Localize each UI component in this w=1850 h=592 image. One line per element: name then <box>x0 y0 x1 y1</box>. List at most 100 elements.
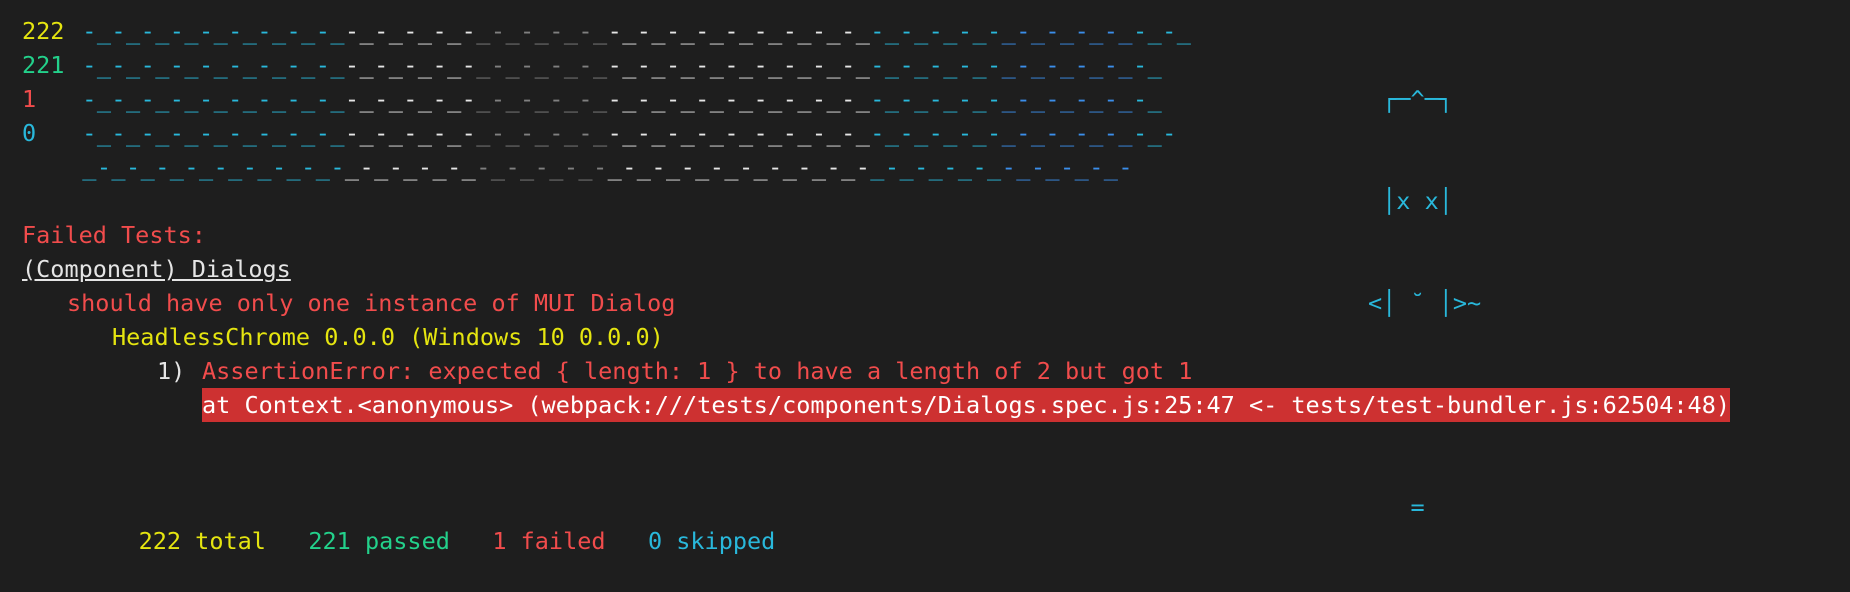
trail-char: - <box>111 51 126 79</box>
trail-char: _ <box>359 119 374 147</box>
trail-char: - <box>344 85 360 113</box>
trail-char: - <box>811 85 827 113</box>
trail-char: - <box>286 51 301 79</box>
trail-char: _ <box>797 17 812 45</box>
trail-char: - <box>490 51 505 79</box>
trail-char: - <box>228 51 243 79</box>
trail-char: - <box>884 153 900 181</box>
trail-char: - <box>315 51 330 79</box>
counter-skipped: 0 <box>22 119 37 147</box>
trail-char: - <box>753 17 768 45</box>
trail-char: _ <box>96 51 111 79</box>
trail-char: _ <box>490 153 505 181</box>
trail-char: - <box>403 119 418 147</box>
trail-char: _ <box>417 119 433 147</box>
trail-char: _ <box>709 17 724 45</box>
trail-char: _ <box>1045 153 1060 181</box>
trail-char: _ <box>301 85 316 113</box>
trail-char: _ <box>242 51 257 79</box>
trail-char: _ <box>1147 85 1162 113</box>
trail-char: - <box>1132 85 1148 113</box>
trail-char: _ <box>768 17 783 45</box>
trail-char: _ <box>403 153 418 181</box>
trail-char: _ <box>388 51 403 79</box>
trail-char: _ <box>447 119 462 147</box>
trail-char: - <box>738 153 754 181</box>
trail-char: _ <box>680 17 695 45</box>
trail-char: - <box>753 119 768 147</box>
trail-char: _ <box>198 153 214 181</box>
trail-char: _ <box>724 153 739 181</box>
trail-char: - <box>1016 17 1031 45</box>
trail-char: _ <box>155 51 170 79</box>
trail-char: - <box>374 119 389 147</box>
terminal-output: 222 221 1 0 -_-_-_-_-_-_-_-_-_-_-_-_-_-_… <box>0 0 1850 566</box>
trail-char: _ <box>1089 85 1104 113</box>
trail-char: - <box>636 85 651 113</box>
trail-char: _ <box>884 17 900 45</box>
trail-char: _ <box>957 153 972 181</box>
trail-char: _ <box>271 51 287 79</box>
trail-char: - <box>870 85 885 113</box>
trail-char: - <box>388 153 403 181</box>
trail-char: _ <box>651 85 666 113</box>
test-name: should have only one instance of MUI Dia… <box>67 289 676 317</box>
trail-char: - <box>490 17 505 45</box>
trail-char: _ <box>1118 85 1133 113</box>
trail-char: _ <box>563 17 578 45</box>
trail-char: _ <box>1060 51 1075 79</box>
trail-char: - <box>899 17 914 45</box>
trail-char: _ <box>987 153 1002 181</box>
trail-char: _ <box>1030 17 1045 45</box>
trail-char: - <box>82 17 97 45</box>
summary-failed: 1 failed <box>492 527 606 555</box>
summary-skipped: 0 skipped <box>647 527 776 555</box>
trail-char: - <box>534 153 549 181</box>
trail-char: _ <box>680 119 695 147</box>
trail-char: _ <box>417 85 433 113</box>
trail-char: - <box>665 85 681 113</box>
trail-char: - <box>1016 119 1031 147</box>
trail-char: _ <box>1176 17 1191 45</box>
trail-char: _ <box>884 85 900 113</box>
trail-char: - <box>1103 17 1118 45</box>
trail-char: - <box>957 51 972 79</box>
trail-char: - <box>899 51 914 79</box>
trail-char: _ <box>607 153 622 181</box>
trail-char: _ <box>155 85 170 113</box>
trail-char: _ <box>330 85 345 113</box>
trail-char: _ <box>709 51 724 79</box>
trail-char: - <box>1045 85 1060 113</box>
trail-char: _ <box>884 119 900 147</box>
trail-char: - <box>432 85 447 113</box>
trail-char: - <box>1074 85 1089 113</box>
rainbow-trail-row: -_-_-_-_-_-_-_-_-_-_-_-_-_-_-_-_-_-_-_-_… <box>82 14 1191 48</box>
trail-char: _ <box>738 51 754 79</box>
trail-char: _ <box>855 51 870 79</box>
suite-name: (Component) Dialogs <box>22 255 291 283</box>
trail-char: - <box>315 119 330 147</box>
trail-char: - <box>1162 17 1177 45</box>
trail-char: _ <box>96 85 111 113</box>
trail-char: _ <box>213 51 228 79</box>
trail-char: _ <box>1030 85 1045 113</box>
trail-char: - <box>782 17 797 45</box>
trail-char: _ <box>330 119 345 147</box>
trail-char: - <box>417 153 433 181</box>
trail-char: - <box>811 51 827 79</box>
trail-char: _ <box>476 119 491 147</box>
trail-char: - <box>782 119 797 147</box>
trail-char: _ <box>388 119 403 147</box>
trail-char: - <box>680 153 695 181</box>
trail-char: - <box>578 85 593 113</box>
trail-char: - <box>403 51 418 79</box>
trail-char: - <box>578 17 593 45</box>
trail-char: _ <box>140 153 155 181</box>
trail-char: - <box>344 119 360 147</box>
trail-char: - <box>987 17 1002 45</box>
trail-char: _ <box>505 17 520 45</box>
trail-char: _ <box>651 17 666 45</box>
trail-char: - <box>520 119 535 147</box>
trail-char: - <box>563 153 578 181</box>
trail-char: _ <box>359 85 374 113</box>
